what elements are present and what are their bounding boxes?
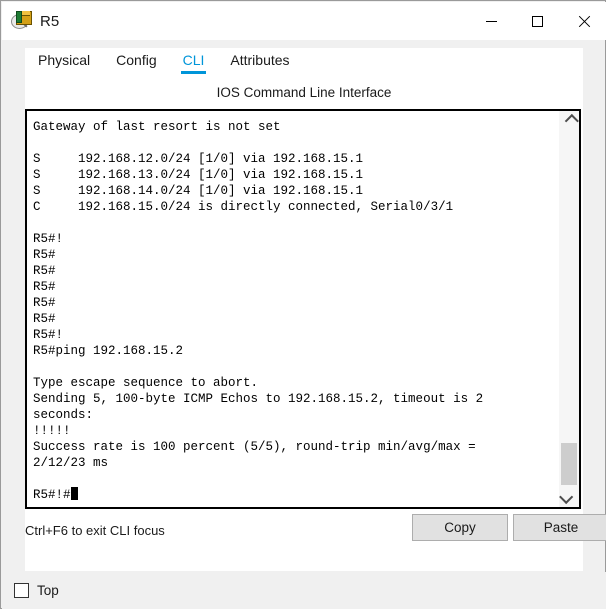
window-controls xyxy=(468,2,606,40)
tab-config[interactable]: Config xyxy=(103,48,169,75)
title-bar: R5 xyxy=(2,2,606,40)
tab-bar: Physical Config CLI Attributes xyxy=(25,48,583,79)
close-button[interactable] xyxy=(560,2,606,40)
tab-active-underline xyxy=(180,71,207,74)
tab-attributes-label: Attributes xyxy=(230,52,290,68)
terminal-scrollbar[interactable] xyxy=(558,111,579,507)
minimize-icon xyxy=(485,20,497,22)
panel-title: IOS Command Line Interface xyxy=(216,85,392,100)
tab-physical[interactable]: Physical xyxy=(25,48,103,75)
cli-window: R5 Physical Config CLI Attributes IOS Co… xyxy=(0,0,606,609)
bottom-bar: Top xyxy=(2,572,606,609)
scroll-up-icon[interactable] xyxy=(559,111,579,131)
copy-button[interactable]: Copy xyxy=(412,514,508,541)
cli-panel: IOS Command Line Interface Gateway of la… xyxy=(25,79,606,571)
top-checkbox-row[interactable]: Top xyxy=(14,583,59,598)
maximize-icon xyxy=(531,15,543,27)
scroll-down-icon[interactable] xyxy=(559,487,579,507)
tab-attributes[interactable]: Attributes xyxy=(217,48,302,75)
cli-focus-hint: Ctrl+F6 to exit CLI focus xyxy=(25,523,165,538)
tab-physical-label: Physical xyxy=(38,52,91,68)
terminal-container[interactable]: Gateway of last resort is not set S 192.… xyxy=(25,109,581,509)
tab-config-label: Config xyxy=(116,52,157,68)
close-icon xyxy=(577,15,590,28)
paste-button[interactable]: Paste xyxy=(513,514,606,541)
tab-cli-label: CLI xyxy=(182,52,205,68)
maximize-button[interactable] xyxy=(514,2,560,40)
top-checkbox[interactable] xyxy=(14,583,29,598)
top-checkbox-label: Top xyxy=(37,583,59,598)
tab-cli[interactable]: CLI xyxy=(170,48,218,75)
terminal-output[interactable]: Gateway of last resort is not set S 192.… xyxy=(27,111,558,507)
router-device-icon xyxy=(11,10,33,32)
window-title: R5 xyxy=(40,12,60,30)
terminal-text: Gateway of last resort is not set S 192.… xyxy=(33,120,484,502)
minimize-button[interactable] xyxy=(468,2,514,40)
scrollbar-thumb[interactable] xyxy=(561,443,577,485)
text-cursor xyxy=(70,487,78,500)
